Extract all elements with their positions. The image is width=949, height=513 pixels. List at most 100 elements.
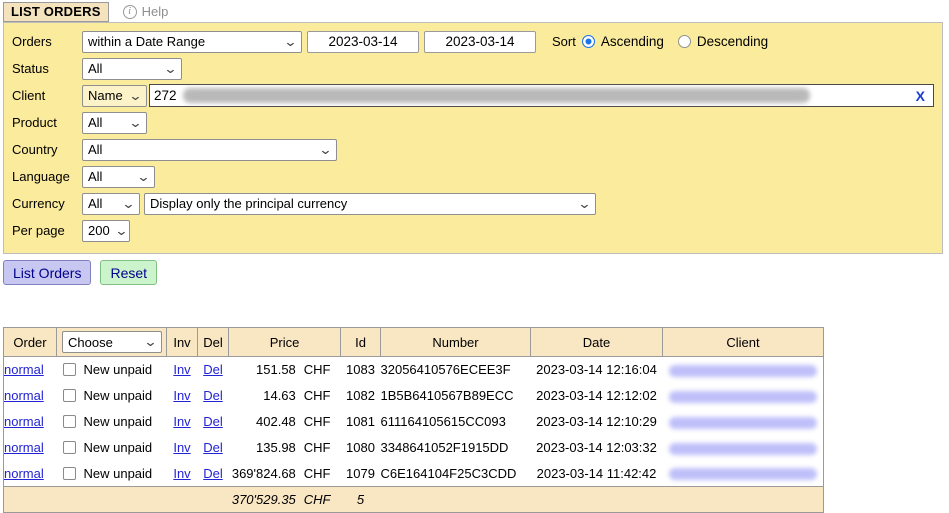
language-label: Language bbox=[12, 169, 82, 184]
invoice-link[interactable]: Inv bbox=[173, 466, 190, 481]
help-link[interactable]: i Help bbox=[123, 4, 169, 19]
info-icon: i bbox=[123, 5, 137, 19]
redacted-client-text bbox=[183, 88, 810, 103]
table-header-row: Order Choose ⌄ Inv Del Price Id Number D… bbox=[4, 328, 824, 357]
client-link-redacted[interactable] bbox=[669, 365, 817, 377]
per-page-select[interactable]: 200 ⌄ bbox=[82, 220, 130, 242]
sort-group: Sort Ascending Descending bbox=[552, 34, 776, 49]
action-buttons: List Orders Reset bbox=[3, 260, 949, 285]
order-id: 1081 bbox=[341, 409, 381, 435]
product-label: Product bbox=[12, 115, 82, 130]
client-search-by-select[interactable]: Name ⌄ bbox=[82, 85, 147, 107]
delete-link[interactable]: Del bbox=[203, 388, 223, 403]
order-link[interactable]: normal bbox=[4, 466, 44, 481]
order-id: 1083 bbox=[341, 357, 381, 383]
page-title: LIST ORDERS bbox=[3, 2, 109, 22]
invoice-link[interactable]: Inv bbox=[173, 388, 190, 403]
order-date: 2023-03-14 12:16:04 bbox=[531, 357, 663, 383]
product-select[interactable]: All ⌄ bbox=[82, 112, 147, 134]
status-select[interactable]: All ⌄ bbox=[82, 58, 182, 80]
row-checkbox[interactable] bbox=[63, 363, 76, 376]
filter-row-client: Client Name ⌄ 272 X bbox=[12, 82, 942, 109]
invoice-link[interactable]: Inv bbox=[173, 414, 190, 429]
price-value: 135.98 bbox=[256, 440, 296, 455]
status-label: Status bbox=[12, 61, 82, 76]
chevron-down-icon: ⌄ bbox=[163, 64, 177, 74]
order-number: 611164105615CC093 bbox=[381, 409, 531, 435]
col-header-inv: Inv bbox=[167, 328, 198, 357]
client-link-redacted[interactable] bbox=[669, 468, 817, 480]
client-input-value: 272 bbox=[154, 88, 177, 103]
top-bar: LIST ORDERS i Help bbox=[0, 0, 949, 20]
row-checkbox[interactable] bbox=[63, 389, 76, 402]
country-label: Country bbox=[12, 142, 82, 157]
chevron-down-icon: ⌄ bbox=[283, 37, 297, 47]
delete-link[interactable]: Del bbox=[203, 414, 223, 429]
price-value: 402.48 bbox=[256, 414, 296, 429]
sort-ascending-radio[interactable] bbox=[582, 35, 595, 48]
help-label: Help bbox=[142, 4, 169, 19]
sort-descending-radio[interactable] bbox=[678, 35, 691, 48]
chevron-down-icon: ⌄ bbox=[128, 91, 142, 101]
col-header-id: Id bbox=[341, 328, 381, 357]
col-header-date: Date bbox=[531, 328, 663, 357]
order-link[interactable]: normal bbox=[4, 388, 44, 403]
chevron-down-icon: ⌄ bbox=[128, 118, 142, 128]
reset-button[interactable]: Reset bbox=[100, 260, 157, 285]
product-value: All bbox=[88, 115, 102, 130]
col-header-del: Del bbox=[198, 328, 229, 357]
orders-label: Orders bbox=[12, 34, 82, 49]
currency-select[interactable]: All ⌄ bbox=[82, 193, 140, 215]
country-value: All bbox=[88, 142, 102, 157]
delete-link[interactable]: Del bbox=[203, 440, 223, 455]
order-number: C6E164104F25C3CDD bbox=[381, 461, 531, 487]
col-header-order: Order bbox=[4, 328, 57, 357]
client-link-redacted[interactable] bbox=[669, 417, 817, 429]
table-row: normal New unpaid Inv Del 14.63 CHF 1082… bbox=[4, 383, 824, 409]
chevron-down-icon: ⌄ bbox=[143, 337, 157, 347]
client-label: Client bbox=[12, 88, 82, 103]
col-header-client: Client bbox=[663, 328, 824, 357]
row-checkbox[interactable] bbox=[63, 467, 76, 480]
clear-client-button[interactable]: X bbox=[916, 88, 925, 104]
orders-range-select[interactable]: within a Date Range ⌄ bbox=[82, 31, 302, 53]
price-currency: CHF bbox=[304, 440, 331, 455]
order-date: 2023-03-14 11:42:42 bbox=[531, 461, 663, 487]
currency-label: Currency bbox=[12, 196, 82, 211]
delete-link[interactable]: Del bbox=[203, 466, 223, 481]
per-page-label: Per page bbox=[12, 223, 82, 238]
date-from-input[interactable] bbox=[307, 31, 419, 53]
country-select[interactable]: All ⌄ bbox=[82, 139, 337, 161]
date-to-input[interactable] bbox=[424, 31, 536, 53]
list-orders-button[interactable]: List Orders bbox=[3, 260, 91, 285]
table-row: normal New unpaid Inv Del 135.98 CHF 108… bbox=[4, 435, 824, 461]
price-value: 151.58 bbox=[256, 362, 296, 377]
order-link[interactable]: normal bbox=[4, 440, 44, 455]
filter-row-country: Country All ⌄ bbox=[12, 136, 942, 163]
filter-row-product: Product All ⌄ bbox=[12, 109, 942, 136]
filter-row-orders: Orders within a Date Range ⌄ Sort Ascend… bbox=[12, 28, 942, 55]
invoice-link[interactable]: Inv bbox=[173, 440, 190, 455]
order-status-label: New unpaid bbox=[84, 362, 153, 377]
client-search-input[interactable]: 272 X bbox=[149, 84, 934, 107]
client-link-redacted[interactable] bbox=[669, 391, 817, 403]
bulk-action-select[interactable]: Choose ⌄ bbox=[62, 331, 162, 353]
currency-display-select[interactable]: Display only the principal currency ⌄ bbox=[144, 193, 596, 215]
total-amount: 370'529.35 bbox=[232, 492, 296, 507]
price-currency: CHF bbox=[304, 466, 331, 481]
language-value: All bbox=[88, 169, 102, 184]
invoice-link[interactable]: Inv bbox=[173, 362, 190, 377]
delete-link[interactable]: Del bbox=[203, 362, 223, 377]
order-link[interactable]: normal bbox=[4, 362, 44, 377]
order-link[interactable]: normal bbox=[4, 414, 44, 429]
status-value: All bbox=[88, 61, 102, 76]
order-number: 32056410576ECEE3F bbox=[381, 357, 531, 383]
client-link-redacted[interactable] bbox=[669, 443, 817, 455]
filter-row-currency: Currency All ⌄ Display only the principa… bbox=[12, 190, 942, 217]
price-currency: CHF bbox=[304, 414, 331, 429]
orders-range-value: within a Date Range bbox=[88, 34, 205, 49]
price-currency: CHF bbox=[304, 362, 331, 377]
row-checkbox[interactable] bbox=[63, 415, 76, 428]
language-select[interactable]: All ⌄ bbox=[82, 166, 155, 188]
row-checkbox[interactable] bbox=[63, 441, 76, 454]
